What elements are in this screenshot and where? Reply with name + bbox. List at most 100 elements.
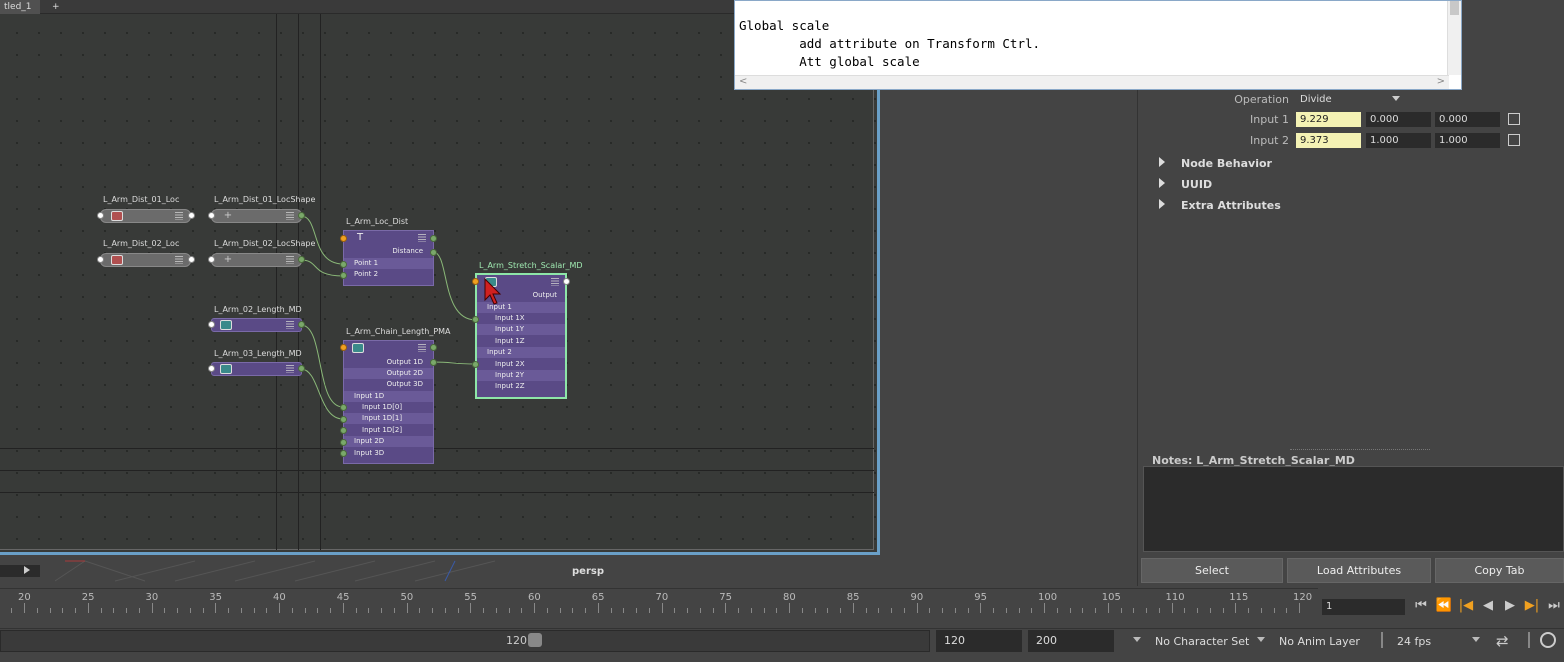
expand-triangle-icon[interactable] bbox=[1159, 199, 1165, 209]
current-frame-field[interactable]: 1 bbox=[1322, 599, 1405, 615]
output-plug[interactable] bbox=[298, 365, 305, 372]
step-forward-key-icon[interactable]: ▶| bbox=[1522, 598, 1542, 613]
input2y-field[interactable]: 1.000 bbox=[1366, 133, 1431, 148]
operation-dropdown[interactable]: Divide bbox=[1296, 92, 1406, 107]
copy-tab-button[interactable]: Copy Tab bbox=[1435, 558, 1564, 583]
expand-triangle-icon[interactable] bbox=[1159, 178, 1165, 188]
node-dist01-shape[interactable]: + bbox=[211, 209, 302, 223]
distance-output-plug[interactable] bbox=[430, 249, 437, 256]
preferences-icon[interactable] bbox=[1540, 632, 1556, 648]
range-slider-handle[interactable] bbox=[528, 633, 542, 647]
input1x-field[interactable]: 9.229 bbox=[1296, 112, 1361, 127]
character-set-arrow-icon[interactable] bbox=[1133, 637, 1141, 642]
node-menu-icon[interactable] bbox=[286, 365, 294, 373]
input-plug[interactable] bbox=[97, 256, 104, 263]
node-menu-icon[interactable] bbox=[551, 278, 559, 286]
input2x-field[interactable]: 9.373 bbox=[1296, 133, 1361, 148]
attr-row-input1z[interactable]: Input 1Z bbox=[477, 336, 565, 347]
anim-layer-dropdown[interactable]: No Anim Layer bbox=[1279, 635, 1360, 648]
node-editor-canvas[interactable]: L_Arm_Dist_01_Loc L_Arm_Dist_01_LocShape… bbox=[0, 14, 880, 555]
animation-end-field[interactable]: 200 bbox=[1028, 630, 1114, 652]
play-forward-icon[interactable]: ▶ bbox=[1500, 598, 1520, 613]
input1d-2-plug[interactable] bbox=[340, 427, 347, 434]
vertical-scrollbar[interactable] bbox=[1447, 1, 1461, 75]
attr-row-input2y[interactable]: Input 2Y bbox=[477, 370, 565, 381]
node-menu-icon[interactable] bbox=[418, 234, 426, 242]
input1z-field[interactable]: 0.000 bbox=[1435, 112, 1500, 127]
node-menu-icon[interactable] bbox=[175, 256, 183, 264]
output-plug[interactable] bbox=[188, 212, 195, 219]
attr-row-output3d[interactable]: Output 3D bbox=[344, 379, 433, 390]
output1d-plug[interactable] bbox=[430, 359, 437, 366]
scroll-left-icon[interactable]: < bbox=[739, 76, 747, 87]
expand-triangle-icon[interactable] bbox=[1159, 157, 1165, 167]
attr-row-output2d[interactable]: Output 2D bbox=[344, 368, 433, 379]
fps-dropdown[interactable]: 24 fps bbox=[1397, 635, 1431, 648]
input1d-1-plug[interactable] bbox=[340, 416, 347, 423]
viewport-toolbar[interactable] bbox=[0, 565, 40, 577]
output-plug[interactable] bbox=[563, 278, 570, 285]
tab-untitled[interactable]: tled_1 bbox=[0, 0, 40, 14]
add-tab-button[interactable]: + bbox=[48, 0, 64, 14]
output-plug[interactable] bbox=[298, 212, 305, 219]
character-set-dropdown[interactable]: No Character Set bbox=[1155, 635, 1249, 648]
input-plug[interactable] bbox=[208, 256, 215, 263]
horizontal-scrollbar[interactable]: < > bbox=[735, 75, 1449, 89]
node-menu-icon[interactable] bbox=[418, 344, 426, 352]
range-slider[interactable] bbox=[0, 630, 930, 652]
attr-row-input1y[interactable]: Input 1Y bbox=[477, 324, 565, 335]
node-loc-dist[interactable]: T Distance Point 1 Point 2 bbox=[343, 230, 434, 286]
load-attributes-button[interactable]: Load Attributes bbox=[1287, 558, 1431, 583]
attr-row-input1d-1[interactable]: Input 1D[1] bbox=[344, 413, 433, 424]
node-anchor-plug[interactable] bbox=[472, 278, 479, 285]
connection-map-icon[interactable] bbox=[1508, 113, 1520, 125]
input2z-field[interactable]: 1.000 bbox=[1435, 133, 1500, 148]
input-plug[interactable] bbox=[208, 212, 215, 219]
attr-row-output1d[interactable]: Output 1D bbox=[344, 357, 433, 368]
output-plug[interactable] bbox=[298, 321, 305, 328]
input-plug[interactable] bbox=[97, 212, 104, 219]
node-chain-pma[interactable]: Output 1D Output 2D Output 3D Input 1D I… bbox=[343, 340, 434, 464]
point1-input-plug[interactable] bbox=[340, 261, 347, 268]
attr-row-input1d-2[interactable]: Input 1D[2] bbox=[344, 425, 433, 436]
attr-row-input2d[interactable]: Input 2D bbox=[344, 436, 433, 447]
point2-input-plug[interactable] bbox=[340, 272, 347, 279]
attr-row-point1[interactable]: Point 1 bbox=[344, 258, 433, 269]
node-menu-icon[interactable] bbox=[286, 212, 294, 220]
node-length02-md[interactable] bbox=[211, 318, 302, 332]
node-menu-icon[interactable] bbox=[286, 321, 294, 329]
node-dist01-loc[interactable] bbox=[100, 209, 191, 223]
output-plug[interactable] bbox=[188, 256, 195, 263]
attr-row-point2[interactable]: Point 2 bbox=[344, 269, 433, 280]
attr-row-input1d[interactable]: Input 1D bbox=[344, 391, 433, 402]
input2d-plug[interactable] bbox=[340, 439, 347, 446]
input-plug[interactable] bbox=[208, 365, 215, 372]
input1d-0-plug[interactable] bbox=[340, 404, 347, 411]
anim-layer-arrow-icon[interactable] bbox=[1257, 637, 1265, 642]
output-plug[interactable] bbox=[430, 235, 437, 242]
last-frame-icon[interactable]: ⏭ bbox=[1544, 598, 1564, 613]
node-menu-icon[interactable] bbox=[175, 212, 183, 220]
section-extra-attributes[interactable]: Extra Attributes bbox=[1181, 199, 1281, 212]
splitter-handle[interactable] bbox=[1290, 449, 1430, 450]
notes-textarea[interactable] bbox=[1143, 466, 1564, 552]
output-plug[interactable] bbox=[430, 344, 437, 351]
node-menu-icon[interactable] bbox=[286, 256, 294, 264]
output-plug[interactable] bbox=[298, 256, 305, 263]
node-length03-md[interactable] bbox=[211, 362, 302, 376]
step-back-icon[interactable]: |◀ bbox=[1456, 598, 1476, 613]
time-slider[interactable]: 20 25 30 35 40 45 50 55 60 65 70 75 80 85 90 95 100 105 11… bbox=[0, 588, 1318, 623]
node-dist02-shape[interactable]: + bbox=[211, 253, 302, 267]
loop-icon[interactable]: ⇄ bbox=[1496, 632, 1509, 650]
attr-row-input1x[interactable]: Input 1X bbox=[477, 313, 565, 324]
connection-map-icon[interactable] bbox=[1508, 134, 1520, 146]
section-uuid[interactable]: UUID bbox=[1181, 178, 1212, 191]
input-plug[interactable] bbox=[208, 321, 215, 328]
attr-row-input2x[interactable]: Input 2X bbox=[477, 359, 565, 370]
attr-row-input3d[interactable]: Input 3D bbox=[344, 448, 433, 459]
play-back-icon[interactable]: ◀ bbox=[1478, 598, 1498, 613]
dropdown-arrow-icon[interactable] bbox=[1392, 96, 1400, 101]
attr-row-distance[interactable]: Distance bbox=[344, 246, 433, 257]
script-text[interactable]: Global scale add attribute on Transform … bbox=[739, 17, 1040, 71]
node-anchor-plug[interactable] bbox=[340, 235, 347, 242]
